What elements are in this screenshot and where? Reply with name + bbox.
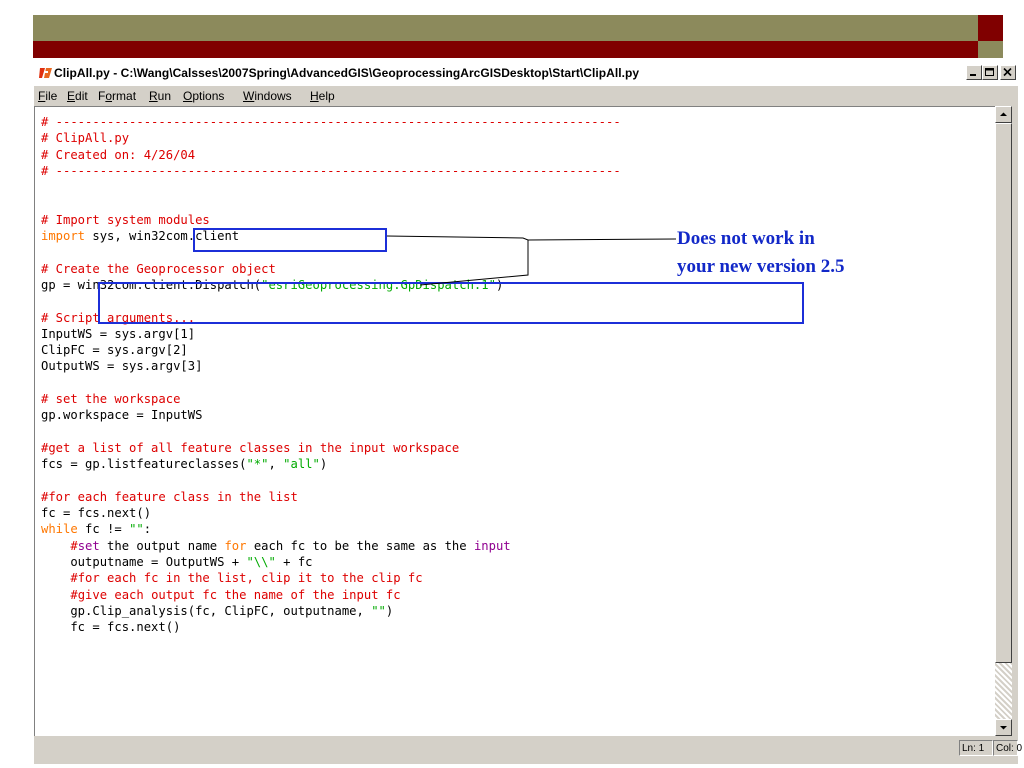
- annotation-line-2: your new version 2.5: [677, 256, 845, 277]
- annotation-connector: [386, 235, 677, 286]
- annotation-line-1: Does not work in: [677, 228, 815, 249]
